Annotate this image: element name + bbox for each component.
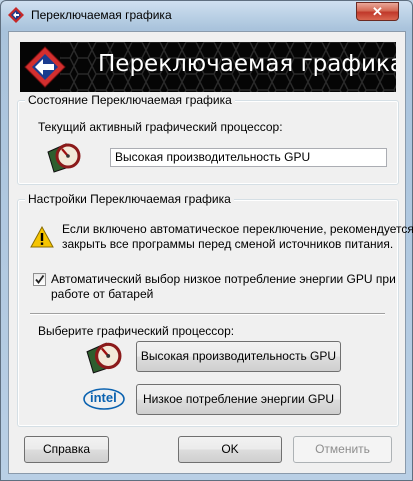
title-bar[interactable]: Переключаемая графика ✕ <box>1 1 412 29</box>
amd-switchable-graphics-logo <box>24 46 66 88</box>
auto-switch-label-line1[interactable]: Автоматический выбор низкое потребление … <box>51 272 396 286</box>
high-performance-gpu-gauge-icon <box>86 342 122 374</box>
settings-group-legend: Настройки Переключаемая графика <box>25 192 234 206</box>
high-performance-gpu-button[interactable]: Высокая производительность GPU <box>136 341 341 372</box>
window-title: Переключаемая графика <box>31 8 172 22</box>
help-button[interactable]: Справка <box>24 436 109 463</box>
warning-text-line1: Если включено автоматическое переключени… <box>62 222 413 236</box>
close-icon: ✕ <box>372 4 383 19</box>
dialog-window: Переключаемая графика ✕ Переключаемая гр… <box>0 0 413 481</box>
settings-group: Настройки Переключаемая графика Если вкл… <box>17 192 413 427</box>
app-icon <box>8 7 24 23</box>
cancel-button[interactable]: Отменить <box>293 436 392 463</box>
select-gpu-label: Выберите графический процессор: <box>38 324 235 338</box>
status-group: Состояние Переключаемая графика Текущий … <box>17 93 399 185</box>
auto-switch-label-line2[interactable]: работе от батарей <box>51 287 153 301</box>
banner-title: Переключаемая графика <box>98 51 396 77</box>
current-gpu-field: Высокая производительность GPU <box>110 148 387 167</box>
checkmark-icon <box>35 274 45 284</box>
intel-logo-text: intel <box>90 390 117 405</box>
current-gpu-label: Текущий активный графический процессор: <box>38 120 283 134</box>
warning-icon <box>30 226 54 248</box>
client-area: Переключаемая графика Состояние Переключ… <box>8 31 413 474</box>
high-performance-gpu-gauge-icon <box>47 143 81 173</box>
ok-button[interactable]: OK <box>178 436 282 463</box>
auto-switch-checkbox[interactable] <box>33 273 46 286</box>
low-power-gpu-button[interactable]: Низкое потребление энергии GPU <box>136 384 341 415</box>
group-separator <box>30 313 385 315</box>
banner: Переключаемая графика <box>20 42 396 92</box>
status-group-legend: Состояние Переключаемая графика <box>25 93 235 107</box>
close-button[interactable]: ✕ <box>356 2 399 21</box>
warning-text-line2: закрыть все программы перед сменой источ… <box>62 237 394 251</box>
intel-logo: intel <box>82 386 126 412</box>
